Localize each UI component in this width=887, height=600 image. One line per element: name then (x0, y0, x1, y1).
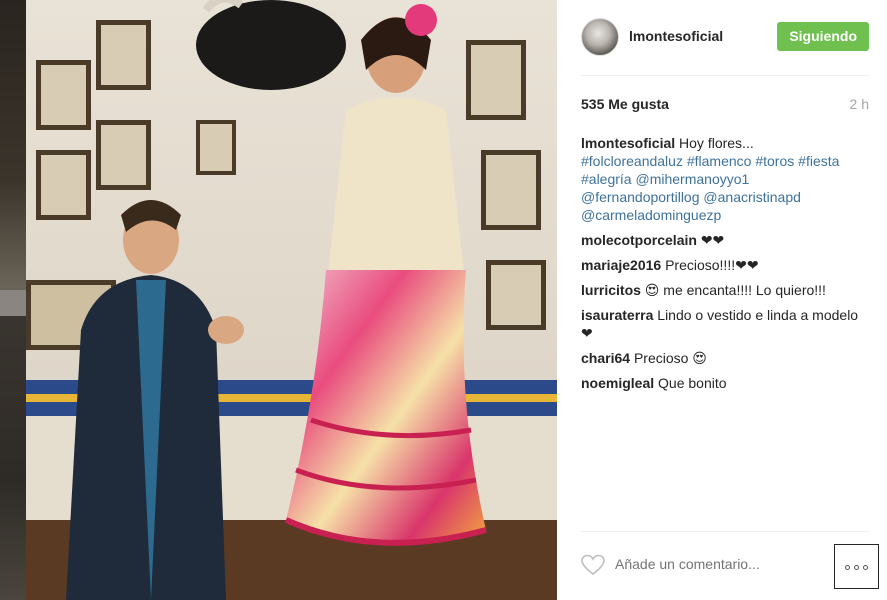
heart-outline-icon[interactable] (581, 554, 605, 576)
post-footer (581, 531, 879, 600)
comment: noemigleal Que bonito (581, 374, 869, 392)
comment-text: Precioso!!!!❤❤ (665, 257, 759, 273)
likes-count[interactable]: 535 Me gusta (581, 96, 669, 112)
ellipsis-icon (845, 565, 850, 570)
username-link[interactable]: lmontesoficial (629, 28, 723, 44)
likes-row: 535 Me gusta 2 h (581, 96, 869, 114)
mention[interactable]: @fernandoportillog (581, 189, 700, 205)
comment-text: Que bonito (658, 375, 727, 391)
caption: lmontesoficial Hoy flores... #folclorean… (581, 134, 869, 224)
comment-author[interactable]: noemigleal (581, 375, 654, 391)
flamenco-dress-photo (26, 0, 557, 600)
comment-author[interactable]: mariaje2016 (581, 257, 661, 273)
comment-author[interactable]: isauraterra (581, 307, 653, 323)
comment-text: ❤❤ (700, 232, 725, 248)
hashtag[interactable]: #toros (755, 153, 794, 169)
background-page-strip (0, 0, 26, 600)
comment-text: Precioso 😍 (633, 350, 707, 366)
mention[interactable]: @mihermanoyyo1 (635, 171, 749, 187)
hashtag[interactable]: #fiesta (798, 153, 839, 169)
comments-list: lmontesoficial Hoy flores... #folclorean… (581, 134, 869, 399)
hashtag[interactable]: #flamenco (687, 153, 752, 169)
hashtag[interactable]: #folcloreandaluz (581, 153, 683, 169)
avatar[interactable] (581, 18, 619, 56)
comment: chari64 Precioso 😍 (581, 349, 869, 367)
more-options-button[interactable] (834, 544, 879, 589)
mention[interactable]: @anacristinapd (703, 189, 801, 205)
hashtag[interactable]: #alegría (581, 171, 632, 187)
comment: isauraterra Lindo o vestido e linda a mo… (581, 306, 869, 342)
comment: lurricitos 😍 me encanta!!!! Lo quiero!!! (581, 281, 869, 299)
comment-input[interactable] (615, 556, 815, 572)
comment-text: 😍 me encanta!!!! Lo quiero!!! (644, 282, 826, 298)
comment-author[interactable]: lurricitos (581, 282, 641, 298)
caption-author[interactable]: lmontesoficial (581, 135, 675, 151)
caption-text: Hoy flores... (679, 135, 754, 151)
ellipsis-icon (863, 565, 868, 570)
comment-author[interactable]: chari64 (581, 350, 630, 366)
comment: mariaje2016 Precioso!!!!❤❤ (581, 256, 869, 274)
following-button[interactable]: Siguiendo (777, 22, 869, 51)
post-time[interactable]: 2 h (850, 96, 869, 112)
ellipsis-icon (854, 565, 859, 570)
post-header: lmontesoficial Siguiendo (581, 0, 869, 76)
mention[interactable]: @carmeladominguezp (581, 207, 721, 223)
post-photo[interactable] (26, 0, 557, 600)
comment-author[interactable]: molecotporcelain (581, 232, 697, 248)
post-details-panel: lmontesoficial Siguiendo 535 Me gusta 2 … (557, 0, 887, 600)
comment: molecotporcelain ❤❤ (581, 231, 869, 249)
